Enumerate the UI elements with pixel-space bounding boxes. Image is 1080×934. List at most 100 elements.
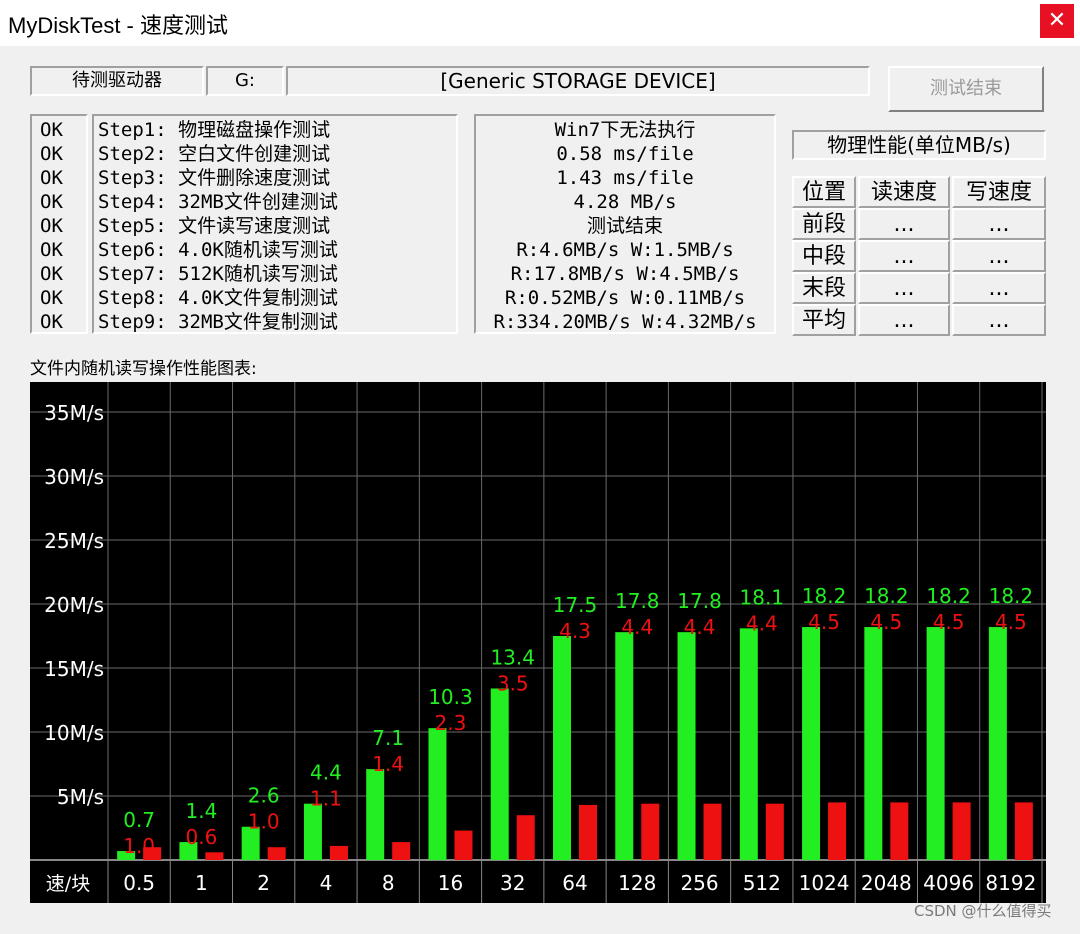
read-value-label: 7.1 <box>372 726 404 750</box>
read-value-label: 0.7 <box>123 808 155 832</box>
table-row-position: 平均 <box>792 304 856 336</box>
read-value-label: 17.8 <box>677 589 722 613</box>
write-bar <box>703 803 722 860</box>
read-bar <box>490 688 509 860</box>
write-value-label: 4.5 <box>933 610 965 634</box>
y-tick-label: 25M/s <box>44 529 104 553</box>
write-value-label: 1.1 <box>310 787 342 811</box>
step-result: R:17.8MB/s W:4.5MB/s <box>510 263 740 285</box>
step-result-list: Win7下无法执行 0.58 ms/file 1.43 ms/file 4.28 MB… <box>474 114 776 334</box>
read-bar <box>988 627 1007 860</box>
y-tick-label: 5M/s <box>57 785 104 809</box>
step-status-list: OK OK OK OK OK OK OK OK OK <box>30 114 88 334</box>
drive-label: 待测驱动器 <box>30 66 204 96</box>
step-result: Win7下无法执行 <box>554 119 696 141</box>
write-value-label: 1.4 <box>372 752 404 776</box>
read-bar <box>739 628 758 860</box>
chart-label: 文件内随机读写操作性能图表: <box>30 359 257 379</box>
x-tick-label: 8192 <box>985 871 1036 895</box>
table-row-position: 中段 <box>792 240 856 272</box>
step-status: OK <box>40 167 63 189</box>
step-result: 测试结束 <box>586 215 663 237</box>
window-title: MyDiskTest - 速度测试 <box>8 13 229 38</box>
write-bar <box>641 803 660 860</box>
write-value-label: 4.3 <box>559 619 591 643</box>
write-bar <box>392 842 411 860</box>
step-result: R:0.52MB/s W:0.11MB/s <box>504 287 746 309</box>
table-row-write: ... <box>952 240 1046 272</box>
step-result: R:4.6MB/s W:1.5MB/s <box>516 239 734 261</box>
step-result: R:334.20MB/s W:4.32MB/s <box>493 311 757 333</box>
read-value-label: 18.1 <box>740 585 785 609</box>
read-value-label: 13.4 <box>490 645 535 669</box>
read-bar <box>926 627 945 860</box>
chart-svg: 5M/s 10M/s 15M/s 20M/s 25M/s 30M/s 35M/s 速/块 0.5… <box>30 382 1046 903</box>
step-name: Step3: 文件删除速度测试 <box>98 167 331 189</box>
close-icon[interactable]: ✕ <box>1040 4 1074 38</box>
x-tick-label: 4 <box>320 871 333 895</box>
read-bar <box>864 627 883 860</box>
x-tick-label: 128 <box>618 871 656 895</box>
write-bar <box>765 803 784 860</box>
table-row-write: ... <box>952 304 1046 336</box>
write-value-label: 0.6 <box>185 825 217 849</box>
table-row-position: 前段 <box>792 208 856 240</box>
read-value-label: 18.2 <box>802 584 847 608</box>
main-client-area: 待测驱动器 G: [Generic STORAGE DEVICE] 测试结束 O… <box>0 46 1080 934</box>
write-bar <box>890 802 909 860</box>
drive-name: [Generic STORAGE DEVICE] <box>286 66 870 96</box>
step-name: Step7: 512K随机读写测试 <box>98 263 338 285</box>
write-bar <box>329 845 348 860</box>
table-header: 写速度 <box>952 176 1046 208</box>
write-value-label: 4.5 <box>870 610 902 634</box>
step-name: Step9: 32MB文件复制测试 <box>98 311 338 333</box>
x-tick-label: 0.5 <box>123 871 155 895</box>
read-value-label: 18.2 <box>989 584 1034 608</box>
y-tick-label: 35M/s <box>44 401 104 425</box>
step-status: OK <box>40 287 63 309</box>
read-bar <box>615 632 634 860</box>
step-result: 0.58 ms/file <box>556 143 694 165</box>
y-tick-label: 20M/s <box>44 593 104 617</box>
read-bar <box>553 636 571 860</box>
read-value-label: 10.3 <box>428 685 473 709</box>
y-tick-label: 15M/s <box>44 657 104 681</box>
table-row-position: 末段 <box>792 272 856 304</box>
step-name: Step6: 4.0K随机读写测试 <box>98 239 338 261</box>
write-bar <box>1014 802 1033 860</box>
physical-performance-title: 物理性能(单位MB/s) <box>792 130 1046 160</box>
step-result: 4.28 MB/s <box>573 191 677 213</box>
read-value-label: 18.2 <box>926 584 971 608</box>
read-value-label: 18.2 <box>864 584 909 608</box>
read-bar <box>802 627 821 860</box>
write-value-label: 4.4 <box>621 615 653 639</box>
read-bar <box>303 803 322 860</box>
x-tick-label: 2048 <box>861 871 912 895</box>
table-row-read: ... <box>858 208 950 240</box>
step-name: Step5: 文件读写速度测试 <box>98 215 331 237</box>
step-name: Step1: 物理磁盘操作测试 <box>98 119 331 141</box>
finish-test-button[interactable]: 测试结束 <box>888 66 1044 112</box>
table-row-read: ... <box>858 304 950 336</box>
x-tick-label: 2 <box>257 871 270 895</box>
write-bar <box>579 804 597 860</box>
step-status: OK <box>40 143 63 165</box>
x-tick-label: 4096 <box>923 871 974 895</box>
table-row-read: ... <box>858 272 950 304</box>
table-row-write: ... <box>952 272 1046 304</box>
write-value-label: 4.5 <box>995 610 1027 634</box>
write-value-label: 4.4 <box>746 611 778 635</box>
step-status: OK <box>40 263 63 285</box>
write-value-label: 1.0 <box>123 834 155 858</box>
write-value-label: 4.5 <box>808 610 840 634</box>
step-status: OK <box>40 191 63 213</box>
x-tick-label: 16 <box>438 871 463 895</box>
write-value-label: 1.0 <box>248 810 280 834</box>
read-value-label: 17.5 <box>553 593 598 617</box>
read-value-label: 4.4 <box>310 761 342 785</box>
x-tick-label: 32 <box>500 871 525 895</box>
x-axis-title: 速/块 <box>46 873 90 895</box>
x-tick-label: 1024 <box>799 871 850 895</box>
read-bar <box>366 769 385 860</box>
x-tick-label: 8 <box>382 871 395 895</box>
